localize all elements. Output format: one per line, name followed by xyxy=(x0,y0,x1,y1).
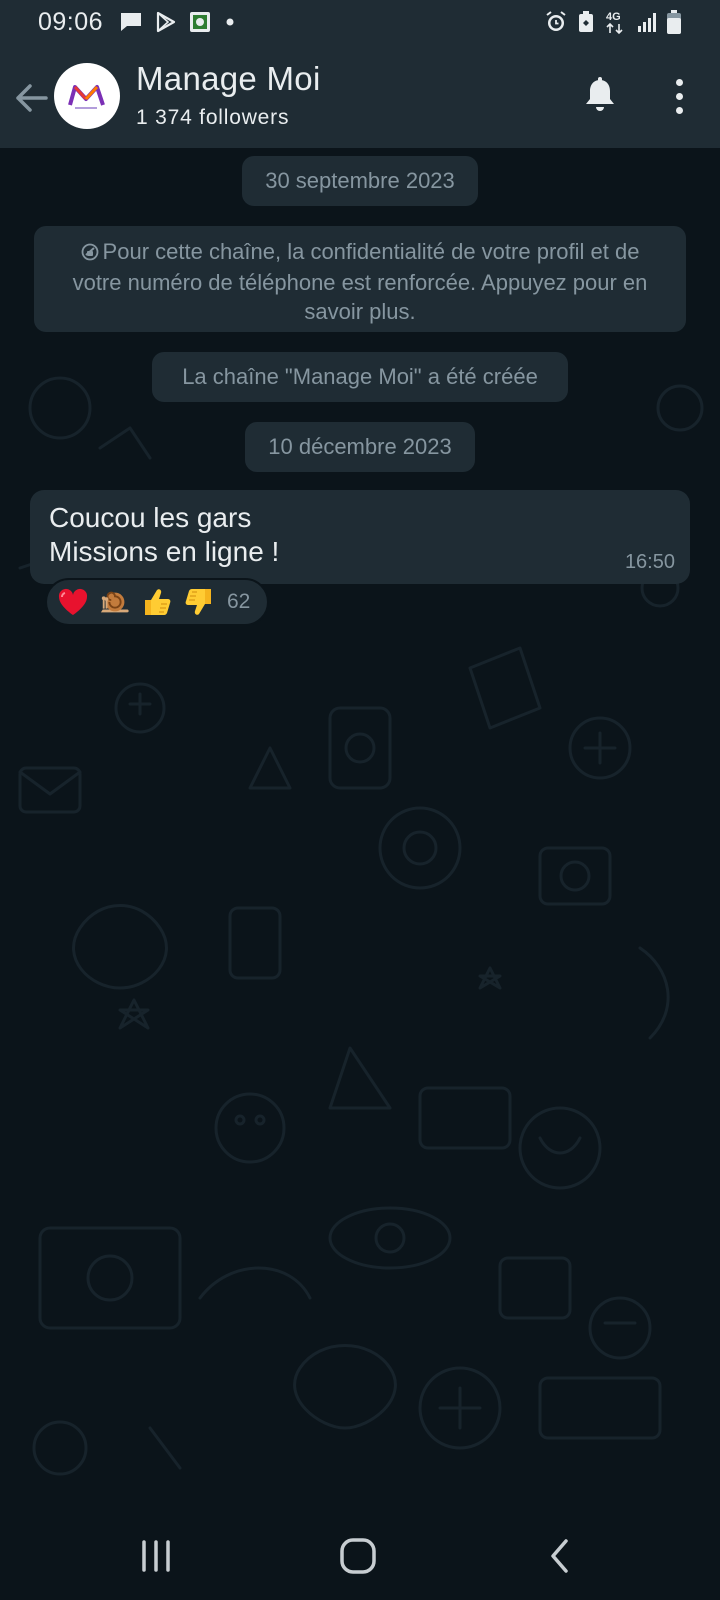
heart-icon xyxy=(57,586,89,618)
signal-bars-icon xyxy=(636,11,658,33)
channel-avatar[interactable] xyxy=(54,63,120,129)
status-left-icons xyxy=(119,11,237,33)
date-separator: 10 décembre 2023 xyxy=(245,422,475,472)
followers-count: 1 374 followers xyxy=(136,106,290,129)
home-button[interactable] xyxy=(336,1534,380,1578)
4g-signal-icon: 4G xyxy=(604,9,628,35)
arrow-left-icon xyxy=(16,84,48,112)
more-dot xyxy=(675,106,683,114)
message-text-line: Coucou les gars xyxy=(49,502,252,533)
privacy-lock-icon xyxy=(81,239,99,268)
status-right-icons: 4G xyxy=(544,9,682,35)
channel-created-notice: La chaîne "Manage Moi" a été créée xyxy=(152,352,568,402)
notifications-button[interactable] xyxy=(580,74,620,118)
play-store-icon xyxy=(155,11,177,33)
system-nav-bar xyxy=(0,1510,720,1600)
bell-icon xyxy=(586,77,614,111)
reaction-count: 62 xyxy=(227,590,251,613)
more-options-button[interactable] xyxy=(664,74,694,118)
more-vertical-icon xyxy=(675,78,683,86)
back-button[interactable] xyxy=(14,80,50,116)
back-nav-button[interactable] xyxy=(540,1534,580,1578)
date-separator: 30 septembre 2023 xyxy=(242,156,478,206)
privacy-notice-text: Pour cette chaîne, la confidentialité de… xyxy=(72,239,648,324)
status-bar: 09:06 4G xyxy=(0,0,720,44)
thumbs-down-icon xyxy=(183,586,215,618)
privacy-notice[interactable]: Pour cette chaîne, la confidentialité de… xyxy=(34,226,686,332)
message-time: 16:50 xyxy=(624,551,675,573)
manage-moi-logo xyxy=(68,85,105,109)
snail-icon xyxy=(99,586,131,618)
channel-name[interactable]: Manage Moi xyxy=(136,60,321,98)
message-text-line: Missions en ligne ! xyxy=(49,536,280,567)
channel-header: Manage Moi 1 374 followers xyxy=(0,44,720,148)
status-time: 09:06 xyxy=(38,7,104,36)
home-icon xyxy=(340,1538,376,1574)
dot-icon xyxy=(223,15,237,29)
more-dot xyxy=(675,92,683,100)
message-bubble[interactable]: Coucou les gars Missions en ligne ! 16:5… xyxy=(30,490,690,584)
recent-apps-button[interactable] xyxy=(134,1534,178,1578)
chevron-left-icon xyxy=(551,1539,568,1573)
recent-apps-icon xyxy=(142,1540,170,1572)
battery-icon xyxy=(666,9,682,35)
thumbs-up-icon xyxy=(141,586,173,618)
reactions-bar[interactable]: 62 xyxy=(45,578,269,626)
battery-saver-icon xyxy=(576,10,596,34)
network-label: 4G xyxy=(606,11,621,23)
message-icon xyxy=(119,11,143,33)
app-icon xyxy=(189,11,211,33)
chat-area[interactable]: 30 septembre 2023 Pour cette chaîne, la … xyxy=(0,148,720,1510)
alarm-icon xyxy=(544,10,568,34)
